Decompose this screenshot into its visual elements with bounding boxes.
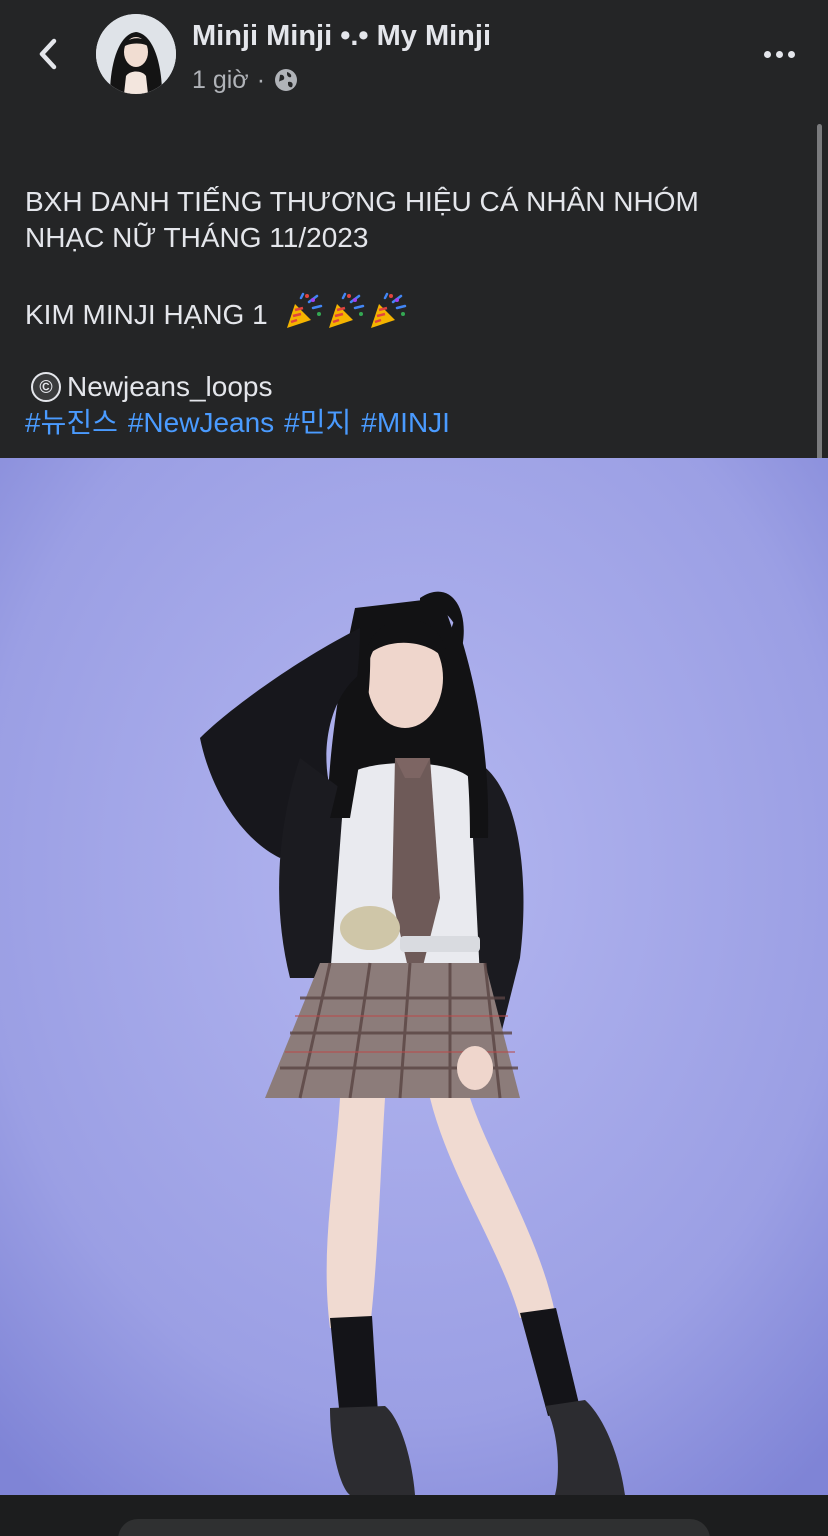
post-body: BXH DANH TIẾNG THƯƠNG HIỆU CÁ NHÂN NHÓM … — [25, 184, 785, 441]
photo-illustration — [0, 458, 828, 1495]
meta-separator: · — [256, 65, 266, 94]
more-dot — [787, 50, 795, 58]
avatar[interactable] — [96, 14, 176, 94]
post-line-3: KIM MINJI HẠNG 1 — [25, 292, 785, 333]
post-header: Minji Minji •.• My Minji 1 giờ · — [0, 0, 828, 120]
copyright-icon: © — [31, 372, 61, 402]
profile-photo — [96, 14, 176, 94]
hashtags: #뉴진스 #NewJeans #민지 #MINJI — [25, 405, 785, 441]
credit-line: © Newjeans_loops — [25, 369, 785, 405]
post-line-1: BXH DANH TIẾNG THƯƠNG HIỆU CÁ NHÂN NHÓM — [25, 186, 699, 217]
credit-text: Newjeans_loops — [67, 371, 273, 402]
author-name[interactable]: Minji Minji •.• My Minji — [192, 20, 491, 53]
comment-bar[interactable] — [118, 1519, 710, 1536]
post-line-2: NHẠC NỮ THÁNG 11/2023 — [25, 222, 369, 253]
hashtag-link[interactable]: #민지 — [284, 407, 351, 438]
hashtag-link[interactable]: #MINJI — [361, 407, 450, 438]
more-options-button[interactable] — [754, 34, 804, 74]
post-detail-screen: Minji Minji •.• My Minji 1 giờ · BXH DAN… — [0, 0, 828, 1536]
hashtag-link[interactable]: #뉴진스 — [25, 407, 118, 438]
bottom-bar — [0, 1495, 828, 1536]
more-dot — [775, 50, 783, 58]
globe-icon — [275, 69, 298, 91]
post-line-3-text: KIM MINJI HẠNG 1 — [25, 299, 268, 330]
party-popper-icon — [287, 292, 323, 328]
post-meta: 1 giờ · — [192, 64, 299, 96]
back-button[interactable] — [24, 30, 72, 78]
chevron-left-icon — [39, 38, 57, 70]
post-time[interactable]: 1 giờ — [192, 66, 249, 95]
party-popper-icon — [329, 292, 365, 328]
party-popper-icon — [371, 292, 407, 328]
hashtag-link[interactable]: #NewJeans — [128, 407, 274, 438]
post-photo[interactable] — [0, 458, 828, 1495]
emoji-row — [283, 292, 409, 330]
more-horizontal-icon — [763, 50, 771, 58]
